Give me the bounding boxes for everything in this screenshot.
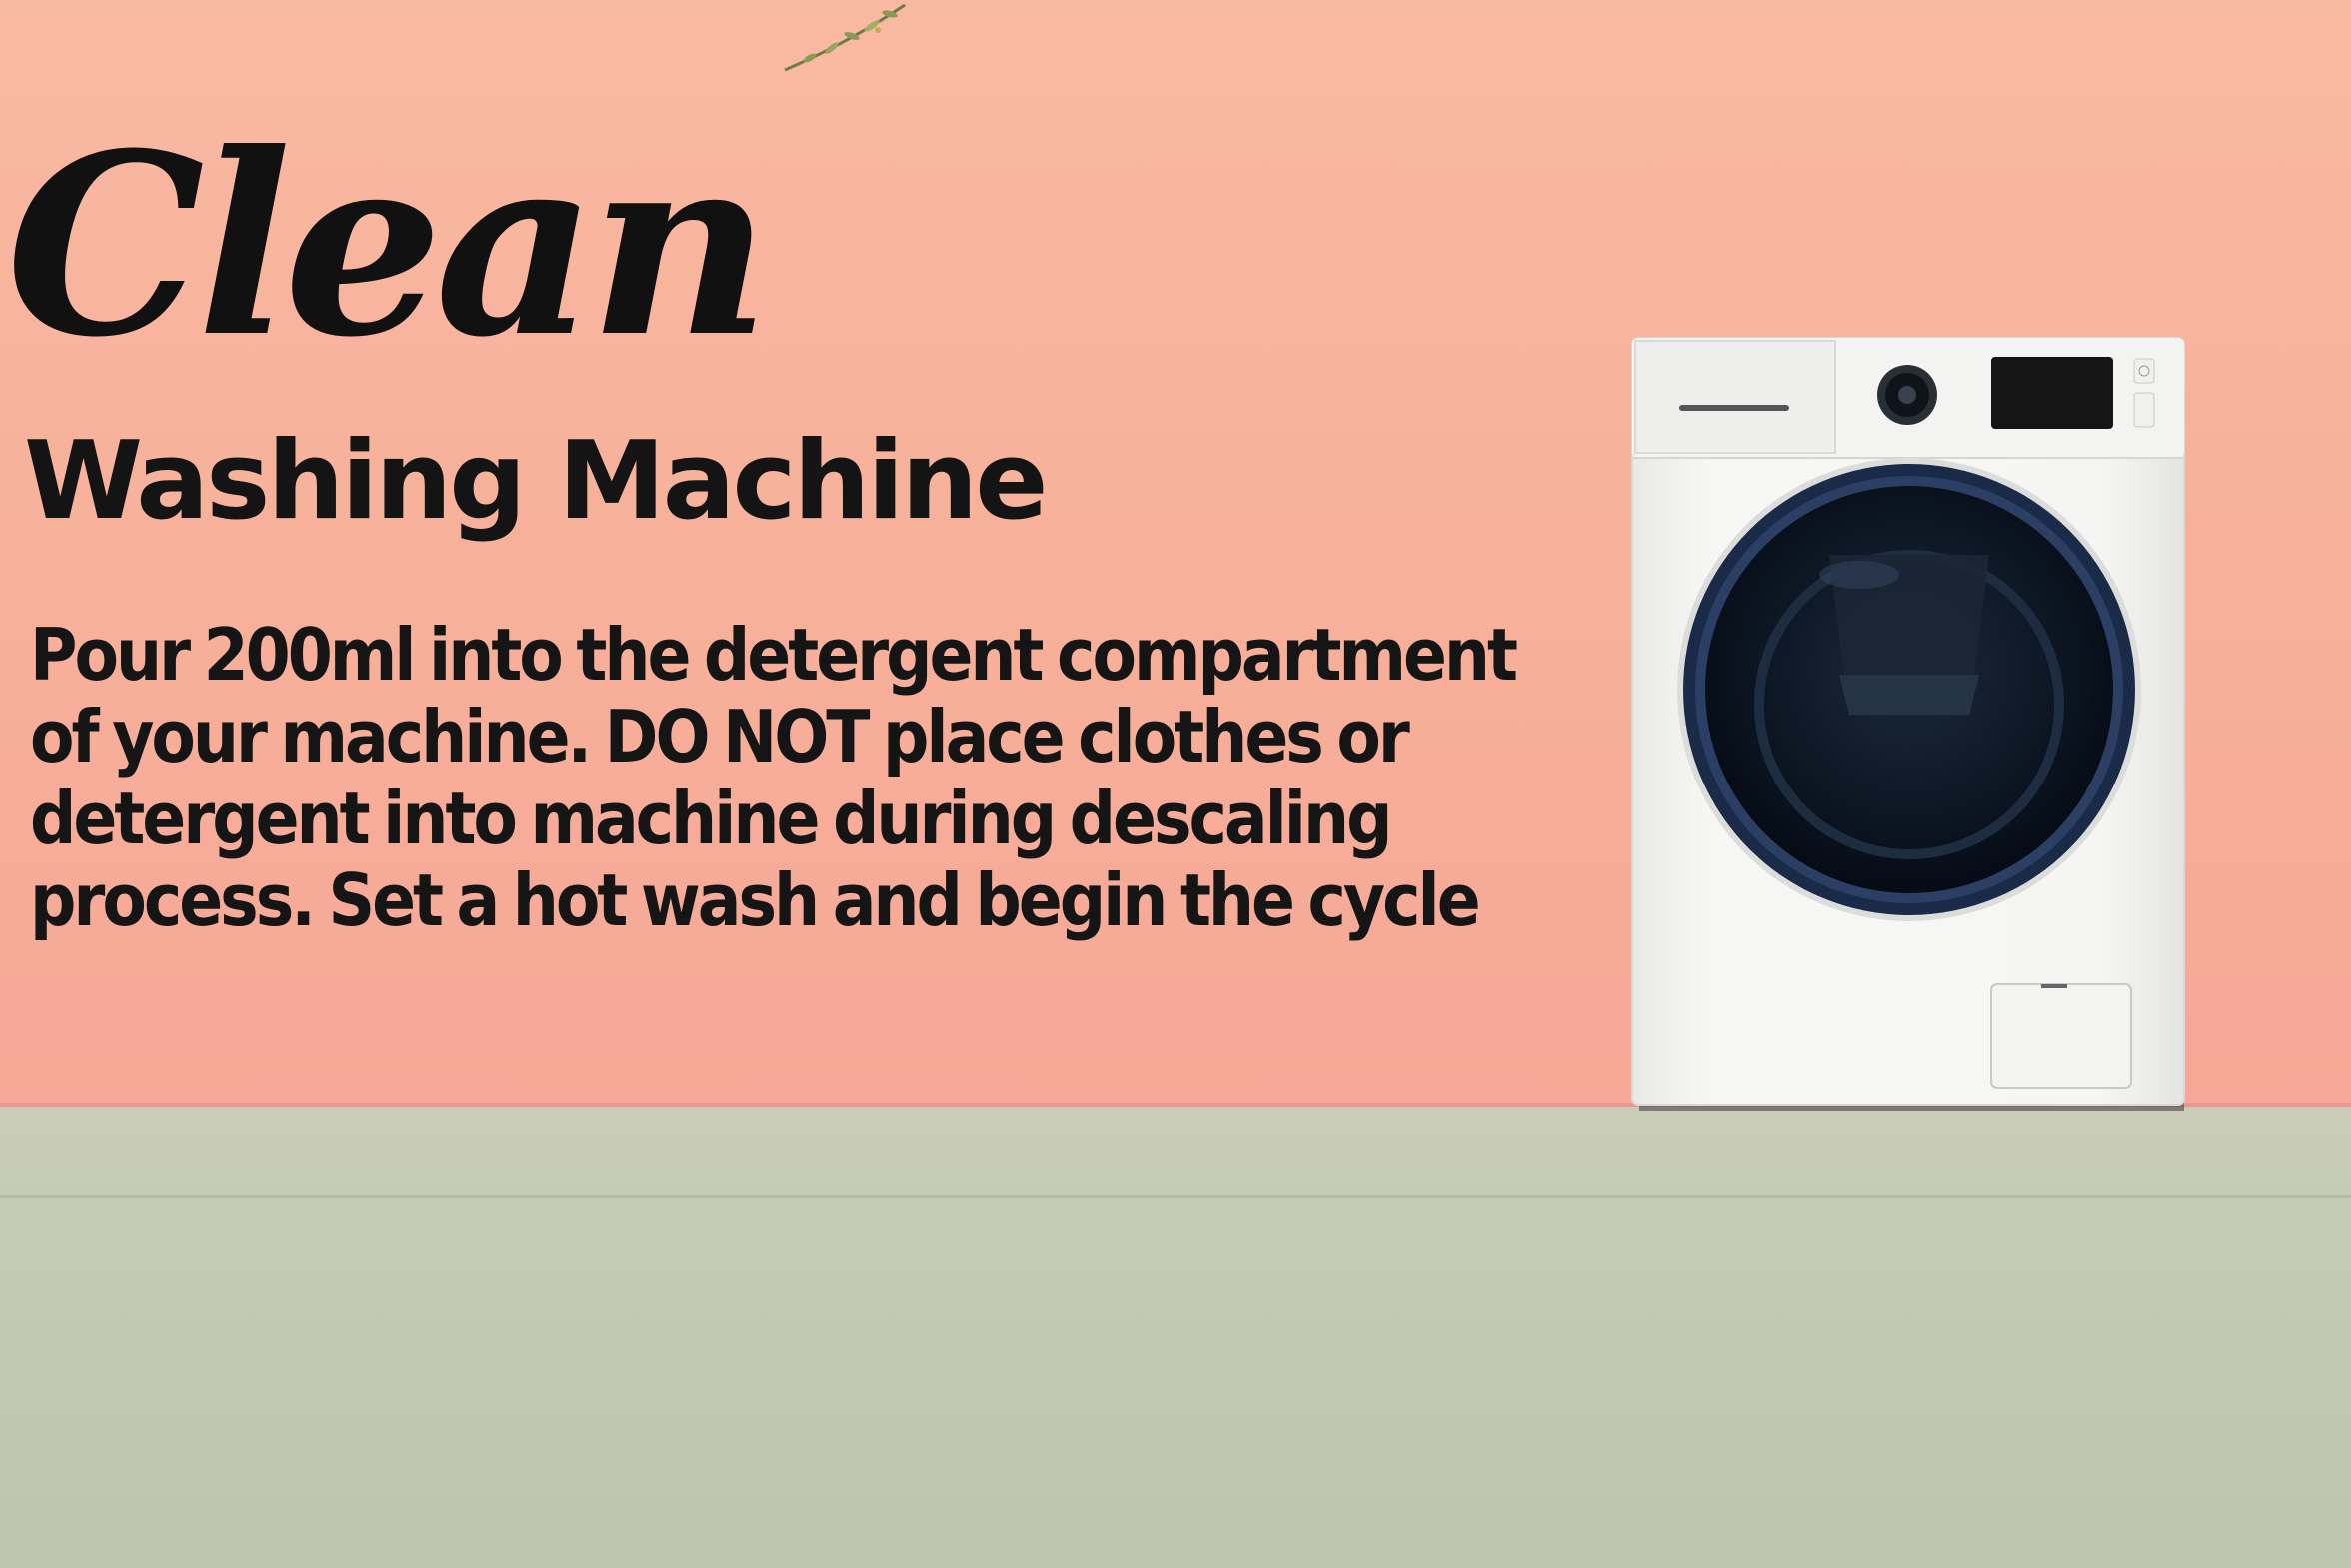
instructions-text: Pour 200ml into the detergent compartmen…: [30, 613, 1518, 942]
plant-sprig-icon: [784, 3, 906, 72]
title-script: Clean: [6, 98, 771, 392]
floor-background: [0, 1107, 2351, 1568]
washing-machine-icon: [1631, 337, 2185, 1111]
floor-edge: [0, 1195, 2351, 1198]
page-subtitle: Washing Machine: [24, 419, 1049, 544]
